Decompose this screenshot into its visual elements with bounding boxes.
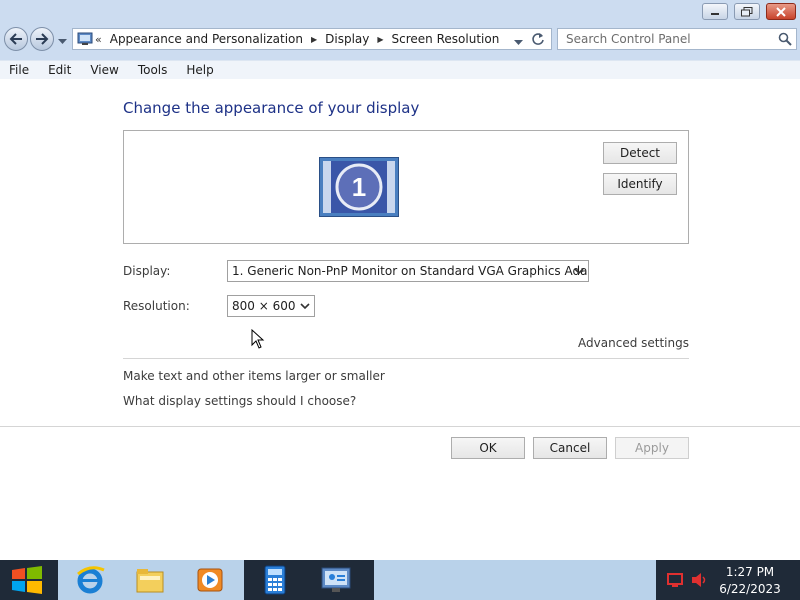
windows-logo-icon <box>12 566 42 594</box>
clock-time[interactable]: 1:27 PM <box>715 565 785 579</box>
calculator-icon[interactable] <box>259 564 291 596</box>
restore-button[interactable] <box>734 3 760 20</box>
minimize-button[interactable] <box>702 3 728 20</box>
start-button[interactable] <box>0 560 54 600</box>
file-explorer-icon[interactable] <box>134 564 166 596</box>
monitor-number: 1 <box>352 172 366 202</box>
ok-button[interactable]: OK <box>451 437 525 459</box>
breadcrumb-separator-icon[interactable]: ▶ <box>377 35 383 44</box>
window-chrome: « Appearance and Personalization ▶ Displ… <box>0 0 800 79</box>
menu-edit[interactable]: Edit <box>39 61 81 79</box>
cancel-button[interactable]: Cancel <box>533 437 607 459</box>
search-input[interactable]: Search Control Panel <box>557 28 797 50</box>
resolution-value: 800 × 600 <box>232 299 296 313</box>
screen-resolution-panel: Change the appearance of your display 1 … <box>0 79 800 560</box>
menu-help[interactable]: Help <box>177 61 223 79</box>
back-button[interactable] <box>4 27 28 51</box>
mouse-cursor-icon <box>251 328 265 352</box>
window-controls <box>702 3 796 20</box>
display-preview: 1 Detect Identify <box>123 130 689 244</box>
recent-pages-button[interactable] <box>58 34 67 48</box>
address-dropdown-button[interactable] <box>514 35 523 49</box>
taskbar: 1:27 PM 6/22/2023 <box>0 560 800 600</box>
restore-icon <box>741 6 753 16</box>
chevron-down-icon <box>58 39 67 44</box>
menu-file[interactable]: File <box>0 61 39 79</box>
control-panel-icon[interactable] <box>320 564 352 596</box>
refresh-button[interactable] <box>531 32 545 49</box>
apply-button[interactable]: Apply <box>615 437 689 459</box>
chevron-down-icon <box>574 268 584 275</box>
breadcrumb-overflow-icon[interactable]: « <box>95 33 102 46</box>
menu-view[interactable]: View <box>81 61 128 79</box>
minimize-icon <box>711 12 719 15</box>
display-settings-help-link[interactable]: What display settings should I choose? <box>123 394 356 408</box>
close-button[interactable] <box>766 3 796 20</box>
page-title: Change the appearance of your display <box>123 99 420 117</box>
arrow-left-icon <box>9 33 22 45</box>
monitor-1-icon[interactable]: 1 <box>319 157 399 220</box>
breadcrumb: « Appearance and Personalization ▶ Displ… <box>95 29 499 49</box>
menu-tools[interactable]: Tools <box>129 61 178 79</box>
forward-button[interactable] <box>30 27 54 51</box>
search-placeholder: Search Control Panel <box>566 32 691 46</box>
chevron-down-icon <box>300 303 310 310</box>
divider <box>0 426 800 427</box>
clock-date[interactable]: 6/22/2023 <box>715 582 785 596</box>
resolution-label: Resolution: <box>123 299 190 313</box>
display-label: Display: <box>123 264 171 278</box>
network-icon[interactable] <box>667 571 685 592</box>
internet-explorer-icon[interactable] <box>74 564 106 596</box>
divider <box>123 358 689 359</box>
refresh-icon <box>532 33 544 45</box>
detect-button[interactable]: Detect <box>603 142 677 164</box>
arrow-right-icon <box>36 33 49 45</box>
identify-button[interactable]: Identify <box>603 173 677 195</box>
control-panel-icon <box>77 32 93 49</box>
breadcrumb-separator-icon[interactable]: ▶ <box>311 35 317 44</box>
display-value: 1. Generic Non-PnP Monitor on Standard V… <box>232 264 589 278</box>
resolution-dropdown[interactable]: 800 × 600 <box>227 295 315 317</box>
text-size-link[interactable]: Make text and other items larger or smal… <box>123 369 385 383</box>
chevron-down-icon <box>514 40 523 45</box>
volume-icon[interactable] <box>690 571 708 592</box>
close-icon <box>776 6 786 17</box>
address-bar[interactable]: « Appearance and Personalization ▶ Displ… <box>72 28 552 50</box>
breadcrumb-screen-resolution[interactable]: Screen Resolution <box>392 32 500 46</box>
media-player-icon[interactable] <box>194 564 226 596</box>
breadcrumb-appearance[interactable]: Appearance and Personalization <box>110 32 303 46</box>
breadcrumb-display[interactable]: Display <box>325 32 369 46</box>
taskbar-empty-area <box>374 560 656 600</box>
search-icon[interactable] <box>778 32 792 49</box>
advanced-settings-link[interactable]: Advanced settings <box>578 336 689 350</box>
menu-bar: File Edit View Tools Help <box>0 60 800 79</box>
display-dropdown[interactable]: 1. Generic Non-PnP Monitor on Standard V… <box>227 260 589 282</box>
